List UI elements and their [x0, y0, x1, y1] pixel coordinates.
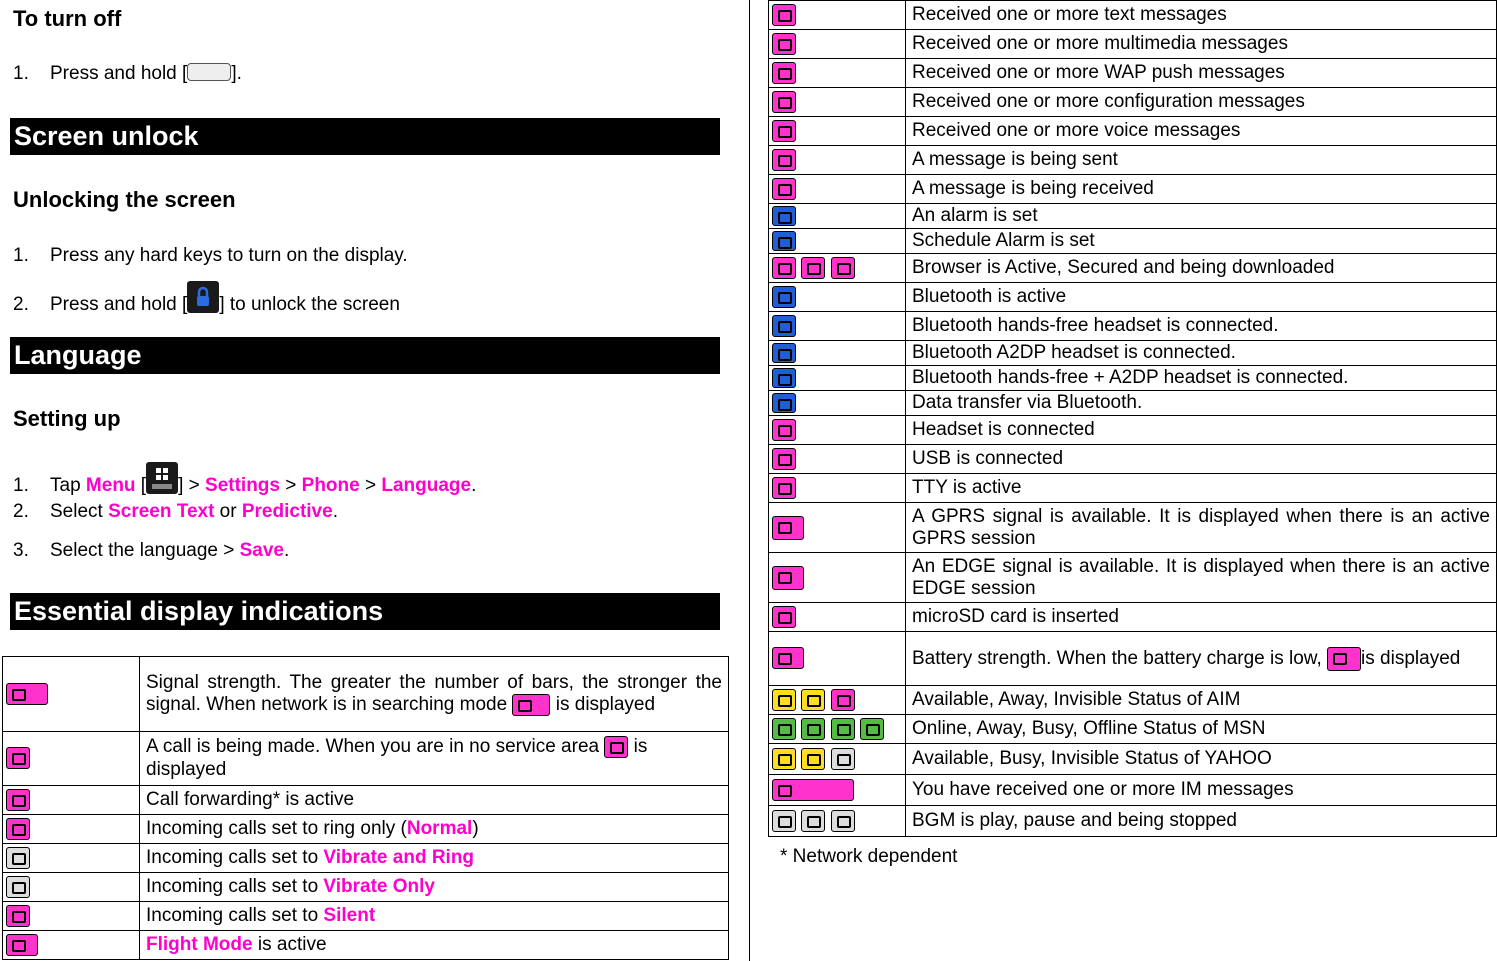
- alarm-icon: [768, 203, 906, 229]
- bt-data-transfer-icon: [768, 390, 906, 416]
- message-receiving-icon: [768, 174, 906, 204]
- right-indications-table: Received one or more text messages Recei…: [768, 0, 1497, 837]
- battery-icon: [768, 631, 906, 686]
- vibrate-only-icon: [2, 872, 140, 902]
- im-message-icons: [768, 774, 906, 806]
- table-row: Received one or more configuration messa…: [768, 87, 1497, 117]
- setting-heading: Setting up: [13, 406, 121, 431]
- bt-a2dp-icon: [768, 340, 906, 366]
- table-row: Available, Busy, Invisible Status of YAH…: [768, 743, 1497, 775]
- table-row: Call forwarding* is active: [2, 785, 729, 815]
- table-row: Signal strength. The greater the number …: [2, 656, 729, 732]
- table-row: An alarm is set: [768, 203, 1497, 229]
- wap-push-icon: [768, 58, 906, 88]
- low-battery-icon: [1327, 646, 1362, 671]
- column-divider: [749, 0, 750, 961]
- table-row: Schedule Alarm is set: [768, 228, 1497, 254]
- multimedia-message-icon: [768, 29, 906, 59]
- table-row: Available, Away, Invisible Status of AIM: [768, 685, 1497, 715]
- table-row: Bluetooth hands-free headset is connecte…: [768, 311, 1497, 341]
- power-lock-key-icon: [187, 62, 232, 81]
- table-row: Bluetooth is active: [768, 282, 1497, 312]
- table-row: microSD card is inserted: [768, 602, 1497, 632]
- setting-step-3: 3. Select the language > Save.: [13, 540, 290, 561]
- table-row: BGM is play, pause and being stopped: [768, 805, 1497, 837]
- unlock-step-1: 1. Press any hard keys to turn on the dis…: [13, 245, 408, 266]
- table-row: Incoming calls set to Silent: [2, 901, 729, 931]
- table-row: A message is being sent: [768, 145, 1497, 175]
- call-icon: [2, 731, 140, 786]
- table-row: You have received one or more IM message…: [768, 774, 1497, 806]
- table-row: Received one or more WAP push messages: [768, 58, 1497, 88]
- table-row: Incoming calls set to Vibrate and Ring: [2, 843, 729, 873]
- bt-headset-a2dp-icon: [768, 365, 906, 391]
- yahoo-status-icons: [768, 743, 906, 775]
- turn-off-heading: To turn off: [13, 6, 122, 31]
- table-row: Incoming calls set to ring only (Normal): [2, 814, 729, 844]
- unlock-step-2: 2. Press and hold [ ] to unlock the scree…: [13, 281, 400, 321]
- unlock-heading: Unlocking the screen: [13, 187, 236, 212]
- menu-key-icon: [146, 462, 179, 494]
- table-row: Headset is connected: [768, 415, 1497, 445]
- network-dependent-note: * Network dependent: [780, 846, 958, 867]
- silent-icon: [2, 901, 140, 931]
- table-row: An EDGE signal is available. It is displ…: [768, 552, 1497, 603]
- text-message-icon: [768, 0, 906, 30]
- bluetooth-icon: [768, 282, 906, 312]
- edge-icon: [768, 552, 906, 603]
- no-service-icon: [604, 736, 629, 759]
- table-row: Received one or more text messages: [768, 0, 1497, 30]
- schedule-alarm-icon: [768, 228, 906, 254]
- table-row: Bluetooth A2DP headset is connected.: [768, 340, 1497, 366]
- configuration-message-icon: [768, 87, 906, 117]
- table-row: Online, Away, Busy, Offline Status of MS…: [768, 714, 1497, 744]
- right-column: Received one or more text messages Recei…: [760, 0, 1497, 961]
- signal-icon: [2, 656, 140, 732]
- setting-step-2: 2. Select Screen Text or Predictive.: [13, 501, 338, 522]
- call-forwarding-icon: [2, 785, 140, 815]
- table-row: Received one or more multimedia messages: [768, 29, 1497, 59]
- flight-mode-icon: [2, 930, 140, 960]
- bgm-status-icons: [768, 805, 906, 837]
- table-row: A call is being made. When you are in no…: [2, 731, 729, 786]
- setting-step-1: 1. Tap Menu [ ] > Settings > Phone > Lang…: [13, 462, 476, 502]
- table-row: Received one or more voice messages: [768, 116, 1497, 146]
- table-row: TTY is active: [768, 473, 1497, 503]
- usb-icon: [768, 444, 906, 474]
- table-row: USB is connected: [768, 444, 1497, 474]
- gprs-icon: [768, 502, 906, 553]
- table-row: Data transfer via Bluetooth.: [768, 390, 1497, 416]
- turn-off-step-1: 1. Press and hold [].: [13, 62, 242, 84]
- voice-message-icon: [768, 116, 906, 146]
- table-row: Battery strength. When the battery charg…: [768, 631, 1497, 686]
- microsd-icon: [768, 602, 906, 632]
- essential-indications-bar: Essential display indications: [10, 593, 720, 630]
- message-sending-icon: [768, 145, 906, 175]
- language-bar: Language: [10, 337, 720, 374]
- screen-unlock-bar: Screen unlock: [10, 118, 720, 155]
- left-column: To turn off 1. Press and hold []. Screen …: [0, 0, 740, 961]
- tty-icon: [768, 473, 906, 503]
- table-row: Flight Mode is active: [2, 930, 729, 960]
- left-indications-table: Signal strength. The greater the number …: [2, 656, 729, 960]
- table-row: Browser is Active, Secured and being dow…: [768, 253, 1497, 283]
- browser-icons: [768, 253, 906, 283]
- unlock-key-icon: [187, 281, 220, 313]
- table-row: Bluetooth hands-free + A2DP headset is c…: [768, 365, 1497, 391]
- table-row: A message is being received: [768, 174, 1497, 204]
- table-row: A GPRS signal is available. It is displa…: [768, 502, 1497, 553]
- table-row: Incoming calls set to Vibrate Only: [2, 872, 729, 902]
- msn-status-icons: [768, 714, 906, 744]
- vibrate-ring-icon: [2, 843, 140, 873]
- headset-icon: [768, 415, 906, 445]
- searching-signal-icon: [512, 693, 551, 716]
- ring-only-icon: [2, 814, 140, 844]
- aim-status-icons: [768, 685, 906, 715]
- bt-headset-icon: [768, 311, 906, 341]
